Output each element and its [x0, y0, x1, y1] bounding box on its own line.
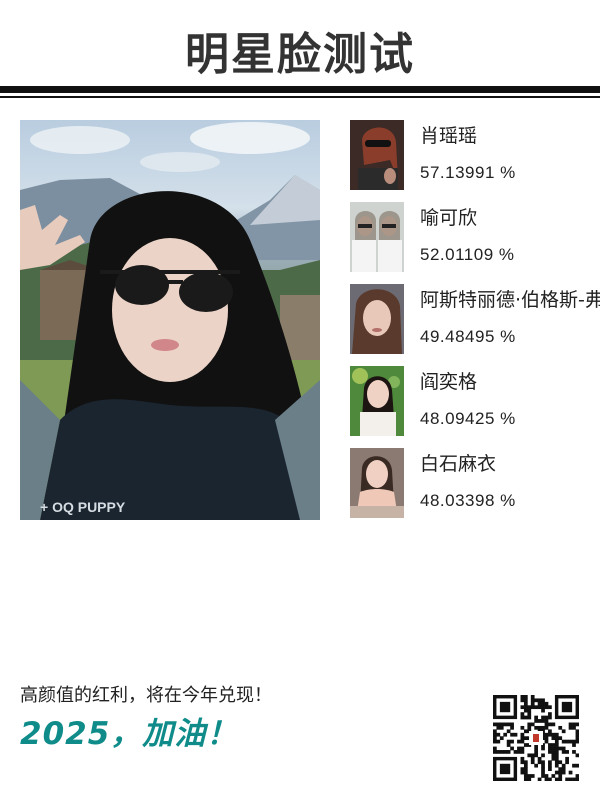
user-photo[interactable]: + OQ PUPPY — [20, 120, 320, 520]
qr-code[interactable] — [493, 695, 580, 782]
match-score: 48.09425 % — [420, 409, 516, 428]
match-list: 肖瑶瑶 57.13991 % 喻可欣 52.01109 % 阿斯特丽德·伯格斯-… — [350, 120, 600, 522]
match-item[interactable]: 肖瑶瑶 57.13991 % — [350, 120, 600, 190]
match-name: 白石麻衣 — [420, 453, 497, 475]
footer-slogan: 2025，加油！ — [20, 716, 239, 752]
match-thumbnail — [350, 120, 404, 190]
match-item[interactable]: 白石麻衣 48.03398 % — [350, 448, 600, 518]
match-name: 阿斯特丽德·伯格斯-弗 — [420, 289, 600, 311]
qr-code-pattern — [493, 695, 580, 782]
match-score: 49.48495 % — [420, 327, 516, 346]
header-divider-thick — [0, 86, 600, 93]
match-item[interactable]: 阿斯特丽德·伯格斯-弗 49.48495 % — [350, 284, 600, 354]
match-name: 阎奕格 — [420, 371, 478, 393]
match-thumbnail — [350, 448, 404, 518]
match-thumbnail — [350, 202, 404, 272]
header-divider-thin — [0, 96, 600, 98]
match-score: 52.01109 % — [420, 245, 515, 264]
footer-text: 高颜值的红利，将在今年兑现！ — [20, 685, 272, 706]
user-photo-illustration: + OQ PUPPY — [20, 122, 320, 520]
header: 明星脸测试 — [0, 0, 600, 98]
svg-text:+ OQ PUPPY: + OQ PUPPY — [40, 499, 126, 515]
match-item[interactable]: 阎奕格 48.09425 % — [350, 366, 600, 436]
page-title: 明星脸测试 — [185, 29, 415, 80]
match-name: 肖瑶瑶 — [420, 125, 478, 147]
match-item[interactable]: 喻可欣 52.01109 % — [350, 202, 600, 272]
match-score: 57.13991 % — [420, 163, 516, 182]
match-name: 喻可欣 — [420, 207, 478, 229]
match-thumbnail — [350, 284, 404, 354]
match-thumbnail — [350, 366, 404, 436]
match-score: 48.03398 % — [420, 491, 516, 510]
